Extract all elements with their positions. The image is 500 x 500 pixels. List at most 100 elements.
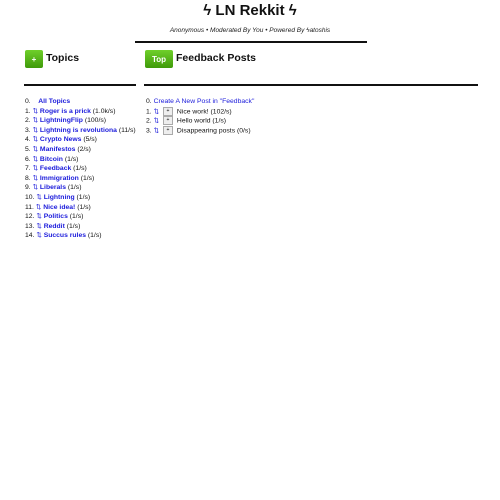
item-number: 2. [146,117,152,125]
item-number: 0. [25,98,31,105]
topic-rate: (1.0k/s) [92,107,116,115]
topic-rate: (1/s) [67,184,82,192]
list-item: 6. ⇅ Bitcoin (1/s) [25,155,136,165]
vote-icon[interactable]: ⇅ [33,165,38,172]
topic-rate: (2/s) [77,145,91,153]
item-number: 1. [25,107,31,115]
vote-icon[interactable]: ⇅ [36,223,41,230]
list-item: 4. ⇅ Crypto News (5/s) [25,135,136,145]
list-item: 2. ⇅ + Hello world (1/s) [146,116,254,126]
topic-rate: (1/s) [66,222,81,230]
vote-icon[interactable]: ⇅ [154,108,159,115]
expand-icon[interactable]: + [162,106,173,116]
item-number: 3. [146,127,152,135]
list-item: 1. ⇅ Roger is a prick (1.0k/s) [25,107,136,117]
vote-icon[interactable]: ⇅ [33,184,38,191]
topic-rate: (1/s) [73,165,87,173]
topic-link[interactable]: Roger is a prick [40,108,91,115]
list-item: 8. ⇅ Immigration (1/s) [25,174,136,184]
item-number: 8. [25,174,31,182]
site-title: ϟ LN Rekkit ϟ [203,2,297,19]
divider [24,84,136,86]
item-number: 2. [25,117,31,125]
topic-link[interactable]: Succus rules [44,232,86,239]
list-item: 7. ⇅ Feedback (1/s) [25,164,136,174]
vote-icon[interactable]: ⇅ [33,117,38,124]
vote-icon[interactable]: ⇅ [36,213,41,220]
list-item: 0. All Topics [25,97,136,107]
topic-link[interactable]: Manifestos [40,146,76,153]
post-rate: (102/s) [210,107,232,115]
expand-icon[interactable]: + [162,126,173,136]
item-number: 1. [146,107,152,115]
vote-icon[interactable]: ⇅ [36,204,41,211]
topic-link[interactable]: Lightning is revolutiona [40,127,117,134]
vote-icon[interactable]: ⇅ [154,118,159,125]
item-number: 11. [25,203,34,211]
topic-rate: (100/s) [84,117,106,125]
divider [135,41,367,43]
list-item: 14. ⇅ Succus rules (1/s) [25,231,136,241]
vote-icon[interactable]: ⇅ [36,194,41,201]
list-item: 10. ⇅ Lightning (1/s) [25,193,136,203]
item-number: 9. [25,184,31,192]
topic-rate: (1/s) [69,213,84,221]
item-number: 5. [25,145,31,153]
item-number: 4. [25,136,31,144]
list-item: 9. ⇅ Liberals (1/s) [25,183,136,193]
topic-rate: (1/s) [64,155,79,163]
topic-link[interactable]: Bitcoin [40,156,63,163]
topic-link[interactable]: Immigration [40,175,79,182]
item-number: 13. [25,222,35,230]
topic-link[interactable]: Lightning [44,194,75,201]
vote-icon[interactable]: ⇅ [154,128,159,135]
topic-link[interactable]: Politics [44,213,68,220]
create-post-link[interactable]: Create A New Post in "Feedback" [154,98,255,105]
topic-rate: (11/s) [118,126,136,134]
post-title[interactable]: Nice work! [177,108,209,115]
sort-top-button[interactable]: Top [145,50,173,68]
topic-link[interactable]: Crypto News [40,136,82,143]
topics-list: 0. All Topics 1. ⇅ Roger is a prick (1.0… [25,97,136,241]
site-subtitle: Anonymous • Moderated By You • Powered B… [169,27,331,34]
vote-icon[interactable]: ⇅ [33,136,38,143]
list-item: 5. ⇅ Manifestos (2/s) [25,145,136,155]
vote-icon[interactable]: ⇅ [33,175,38,182]
all-topics-link[interactable]: All Topics [38,98,70,105]
topic-link[interactable]: Feedback [40,165,71,172]
posts-heading: Feedback Posts [176,52,256,64]
topic-rate: (5/s) [83,136,97,144]
topic-link[interactable]: Liberals [40,184,66,191]
add-topic-button[interactable]: + [25,50,43,68]
topic-link[interactable]: Nice idea! [43,204,75,211]
topic-rate: (1/s) [80,174,95,182]
item-number: 6. [25,155,31,163]
divider [144,84,478,86]
vote-icon[interactable]: ⇅ [33,108,38,115]
topics-heading: Topics [46,52,80,64]
vote-icon[interactable]: ⇅ [33,146,38,153]
topic-link[interactable]: LightningFlip [40,117,83,124]
post-rate: (1/s) [212,117,227,125]
vote-icon[interactable]: ⇅ [33,127,38,134]
item-number: 10. [25,193,35,201]
list-item: 3. ⇅ + Disappearing posts (0/s) [146,126,254,136]
vote-icon[interactable]: ⇅ [33,156,38,163]
post-title[interactable]: Hello world [177,118,211,125]
list-item: 11. ⇅ Nice idea! (1/s) [25,203,136,213]
vote-icon[interactable]: ⇅ [36,232,41,239]
post-rate: (0/s) [236,127,251,135]
list-item: 2. ⇅ LightningFlip (100/s) [25,116,136,126]
topic-rate: (1/s) [76,193,91,201]
expand-icon[interactable]: + [162,116,173,126]
item-number: 7. [25,165,31,173]
list-item: 13. ⇅ Reddit (1/s) [25,222,136,232]
post-title[interactable]: Disappearing posts [177,128,235,135]
topic-rate: (1/s) [87,232,102,240]
posts-list: 0. Create A New Post in "Feedback" 1. ⇅ … [146,97,254,136]
item-number: 0. [146,98,152,105]
item-number: 3. [25,126,31,134]
list-item: 0. Create A New Post in "Feedback" [146,97,254,107]
list-item: 3. ⇅ Lightning is revolutiona (11/s) [25,126,136,136]
topic-link[interactable]: Reddit [44,223,65,230]
